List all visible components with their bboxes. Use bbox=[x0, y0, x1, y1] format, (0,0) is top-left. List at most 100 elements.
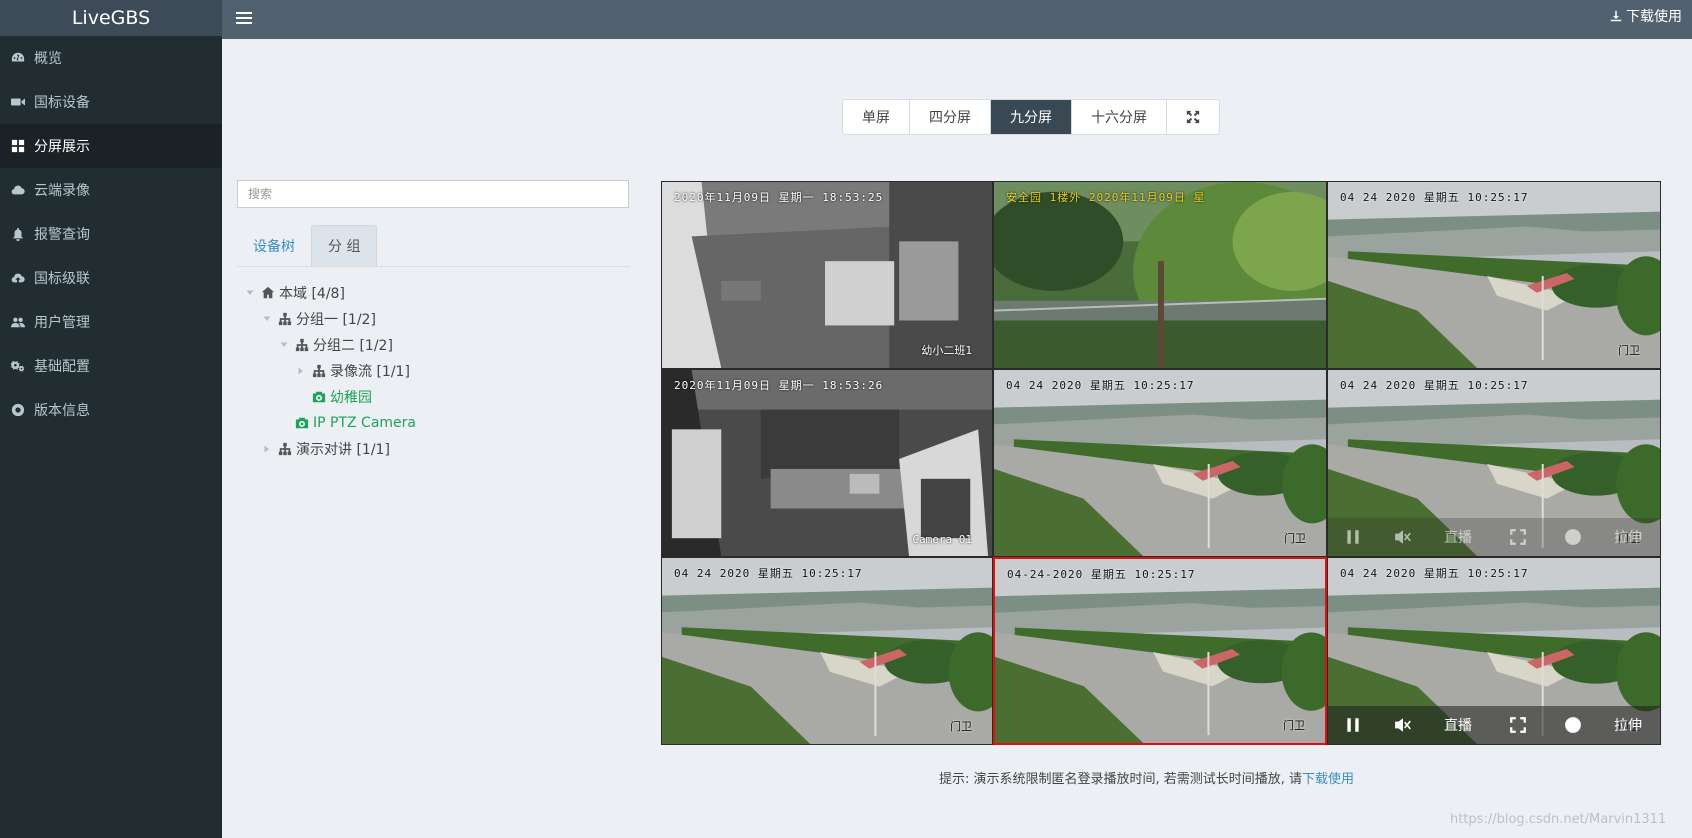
grid-icon bbox=[10, 139, 26, 153]
cloud-upload-icon bbox=[10, 271, 26, 285]
sidebar-item-7[interactable]: 基础配置 bbox=[0, 344, 222, 388]
sidebar-item-label: 国标级联 bbox=[34, 271, 90, 287]
camera-icon bbox=[295, 416, 309, 430]
mute-icon bbox=[1395, 718, 1411, 732]
tip-download-link[interactable]: 下载使用 bbox=[1302, 772, 1354, 787]
sidebar-item-0[interactable]: 概览 bbox=[0, 36, 222, 80]
video-player[interactable]: 04 24 2020 星期五 10:25:17门卫 直播 拉伸 bbox=[1327, 369, 1661, 557]
fullscreen-toggle-button[interactable] bbox=[1488, 528, 1548, 546]
sidebar-item-8[interactable]: 版本信息 bbox=[0, 388, 222, 432]
fullscreen-button[interactable] bbox=[1167, 100, 1219, 134]
video-player[interactable]: 2020年11月09日 星期一 18:53:26 Camera 01 bbox=[661, 369, 993, 557]
device-tree: 本域 [4/8] 分组一 [1/2] 分组二 [1/2] 录像流 [1/1] 幼稚园 IP… bbox=[245, 280, 416, 462]
caret-icon[interactable] bbox=[279, 418, 289, 428]
sidebar-item-1[interactable]: 国标设备 bbox=[0, 80, 222, 124]
split-button-3[interactable]: 十六分屏 bbox=[1072, 100, 1167, 134]
tree-node[interactable]: 演示对讲 [1/1] bbox=[245, 436, 416, 462]
sidebar-item-3[interactable]: 云端录像 bbox=[0, 168, 222, 212]
sidebar-item-5[interactable]: 国标级联 bbox=[0, 256, 222, 300]
pause-button[interactable] bbox=[1328, 528, 1378, 546]
download-link[interactable]: 下载使用 bbox=[1610, 6, 1682, 26]
tree-node[interactable]: 分组二 [1/2] bbox=[245, 332, 416, 358]
mute-button[interactable] bbox=[1378, 528, 1428, 546]
download-label: 下载使用 bbox=[1626, 9, 1682, 25]
tab-1[interactable]: 分 组 bbox=[311, 225, 378, 266]
kitchen-scene-image bbox=[662, 370, 992, 556]
garden-scene-image bbox=[994, 182, 1326, 368]
split-button-0[interactable]: 单屏 bbox=[843, 100, 910, 134]
caret-icon[interactable] bbox=[262, 444, 272, 454]
video-player[interactable]: 安全园 1楼外 2020年11月09日 星 bbox=[993, 181, 1327, 369]
tree-node[interactable]: 录像流 [1/1] bbox=[245, 358, 416, 384]
tip-text: 提示: 演示系统限制匿名登录播放时间, 若需测试长时间播放, 请下载使用 bbox=[939, 768, 1354, 787]
video-osd-timestamp: 04-24-2020 星期五 10:25:17 bbox=[1007, 568, 1196, 581]
tree-node[interactable]: 分组一 [1/2] bbox=[245, 306, 416, 332]
camera-icon bbox=[312, 390, 326, 404]
menu-toggle-icon[interactable] bbox=[236, 9, 252, 25]
sidebar-item-4[interactable]: 报警查询 bbox=[0, 212, 222, 256]
caret-down bbox=[280, 342, 288, 347]
cloud-icon bbox=[10, 183, 26, 197]
users-icon bbox=[10, 315, 26, 329]
cloud-upload-icon bbox=[11, 273, 25, 283]
tree-node[interactable]: 幼稚园 bbox=[245, 384, 416, 410]
video-osd-timestamp: 安全园 1楼外 2020年11月09日 星 bbox=[1006, 191, 1206, 204]
tree-node[interactable]: IP PTZ Camera bbox=[245, 410, 416, 436]
tree-tabs: 设备树分 组 bbox=[237, 225, 630, 267]
fullscreen-toggle-button[interactable] bbox=[1488, 716, 1548, 734]
stretch-button[interactable]: 拉伸 bbox=[1598, 715, 1658, 735]
video-player[interactable]: 2020年11月09日 星期一 18:53:25 幼小二班1 bbox=[661, 181, 993, 369]
river-scene-image bbox=[994, 370, 1326, 556]
snapshot-button[interactable] bbox=[1548, 716, 1598, 734]
camera-icon bbox=[312, 391, 326, 403]
live-button[interactable]: 直播 bbox=[1428, 715, 1488, 735]
cogs-icon bbox=[10, 359, 26, 373]
tree-node-label: 幼稚园 bbox=[330, 390, 372, 406]
caret-icon[interactable] bbox=[296, 392, 306, 402]
dashboard-icon bbox=[10, 51, 26, 65]
app-logo[interactable]: LiveGBS bbox=[0, 0, 222, 36]
video-player[interactable]: 04 24 2020 星期五 10:25:17 门卫 bbox=[993, 369, 1327, 557]
dashboard-icon bbox=[11, 52, 25, 62]
caret-icon[interactable] bbox=[296, 366, 306, 376]
video-osd-timestamp: 2020年11月09日 星期一 18:53:25 bbox=[674, 191, 884, 204]
river-scene-image bbox=[662, 558, 992, 744]
caret-right bbox=[264, 445, 269, 453]
video-osd-timestamp: 04 24 2020 星期五 10:25:17 bbox=[1340, 379, 1529, 392]
video-player[interactable]: 04-24-2020 星期五 10:25:17 门卫 bbox=[993, 557, 1327, 745]
sitemap-icon bbox=[278, 442, 292, 456]
video-camera-icon bbox=[11, 98, 25, 106]
caret-icon[interactable] bbox=[245, 288, 255, 298]
sidebar-item-6[interactable]: 用户管理 bbox=[0, 300, 222, 344]
sidebar-item-label: 用户管理 bbox=[34, 315, 90, 331]
live-label: 直播 bbox=[1444, 718, 1472, 734]
live-button[interactable]: 直播 bbox=[1428, 527, 1488, 547]
video-player[interactable]: 04 24 2020 星期五 10:25:17门卫 直播 拉伸 bbox=[1327, 557, 1661, 745]
users-icon bbox=[11, 317, 25, 328]
tab-0[interactable]: 设备树 bbox=[237, 225, 311, 266]
mute-button[interactable] bbox=[1378, 716, 1428, 734]
split-button-2[interactable]: 九分屏 bbox=[991, 100, 1072, 134]
pause-button[interactable] bbox=[1328, 716, 1378, 734]
home-icon bbox=[261, 286, 275, 299]
download-icon bbox=[1610, 10, 1622, 22]
stretch-button[interactable]: 拉伸 bbox=[1598, 527, 1658, 547]
cloud-icon bbox=[11, 185, 25, 195]
sidebar: LiveGBS 概览 国标设备 分屏展示 云端录像 报警查询国标级联用户管理基础配置 版本… bbox=[0, 0, 222, 838]
fullscreen-icon bbox=[1510, 529, 1526, 545]
snapshot-button[interactable] bbox=[1548, 528, 1598, 546]
stretch-label: 拉伸 bbox=[1614, 718, 1642, 734]
video-player[interactable]: 04 24 2020 星期五 10:25:17 门卫 bbox=[1327, 181, 1661, 369]
camera-name-overlay: 门卫 bbox=[950, 720, 972, 733]
video-player[interactable]: 04 24 2020 星期五 10:25:17 门卫 bbox=[661, 557, 993, 745]
tree-node[interactable]: 本域 [4/8] bbox=[245, 280, 416, 306]
search-input[interactable] bbox=[237, 180, 629, 208]
caret-icon[interactable] bbox=[279, 340, 289, 350]
grid-icon bbox=[11, 139, 25, 153]
split-button-1[interactable]: 四分屏 bbox=[910, 100, 991, 134]
caret-icon[interactable] bbox=[262, 314, 272, 324]
sidebar-item-2[interactable]: 分屏展示 bbox=[0, 124, 222, 168]
classroom-scene-image bbox=[662, 182, 992, 368]
river-scene-image bbox=[1328, 182, 1660, 368]
camera-name-overlay: 幼小二班1 bbox=[921, 344, 972, 357]
